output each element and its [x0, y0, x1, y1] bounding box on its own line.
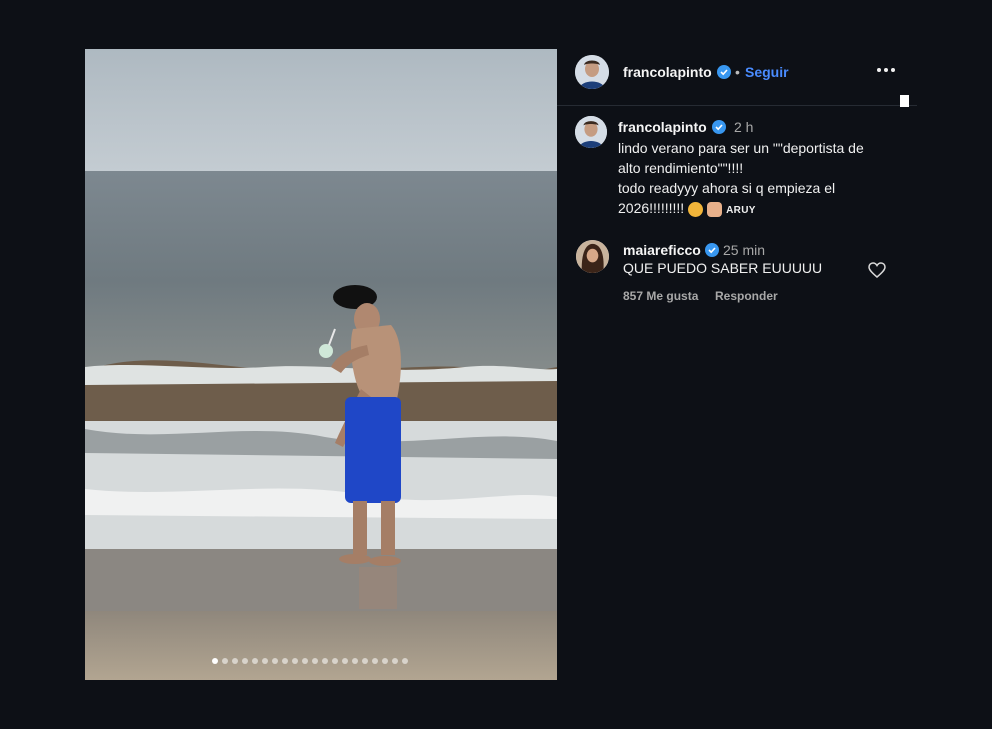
thumbs-up-icon: [707, 201, 723, 217]
comment-likes[interactable]: 857 Me gusta: [623, 289, 698, 303]
caption-line: lindo verano para ser un ""deportista de: [618, 140, 864, 156]
carousel-dot: [312, 658, 318, 664]
smiling-face-icon: [688, 201, 704, 217]
post-header: francolapinto • Seguir: [557, 49, 917, 106]
carousel-dot: [382, 658, 388, 664]
header-separator: •: [735, 64, 740, 80]
carousel-dot: [282, 658, 288, 664]
carousel-dot: [342, 658, 348, 664]
reply-button[interactable]: Responder: [715, 289, 778, 303]
carousel-dot: [372, 658, 378, 664]
scrollbar-thumb[interactable]: [900, 95, 909, 107]
caption-time[interactable]: 2 h: [734, 119, 753, 135]
caption-text: lindo verano para ser un ""deportista de…: [618, 138, 898, 221]
commenter-avatar[interactable]: [576, 240, 609, 273]
carousel-dot: [272, 658, 278, 664]
carousel-dot: [362, 658, 368, 664]
carousel-dot: [332, 658, 338, 664]
author-username[interactable]: francolapinto: [623, 64, 712, 80]
carousel-indicator: [212, 658, 408, 664]
caption-last-line: 2026!!!!!!!!! ARUY: [618, 198, 898, 221]
commenter-username[interactable]: maiareficco: [623, 242, 701, 258]
caption-line: todo readyyy ahora si q empieza el: [618, 180, 836, 196]
caption-tag[interactable]: ARUY: [726, 205, 756, 216]
caption-username[interactable]: francolapinto: [618, 119, 707, 135]
heart-outline-icon[interactable]: [868, 262, 886, 278]
comment-time[interactable]: 25 min: [723, 242, 765, 258]
post-media[interactable]: [85, 49, 557, 680]
follow-button[interactable]: Seguir: [745, 64, 789, 80]
author-avatar[interactable]: [575, 55, 609, 89]
more-options-icon[interactable]: [877, 63, 899, 77]
avatar-image: [576, 240, 609, 273]
carousel-dot: [252, 658, 258, 664]
beach-photo: [85, 49, 557, 680]
carousel-dot: [212, 658, 218, 664]
caption-avatar[interactable]: [575, 116, 607, 148]
carousel-dot: [242, 658, 248, 664]
carousel-dot: [352, 658, 358, 664]
carousel-dot: [402, 658, 408, 664]
comment-text: QUE PUEDO SABER EUUUUU: [623, 260, 823, 276]
carousel-dot: [262, 658, 268, 664]
post-modal: francolapinto • Seguir francolapinto 2 h: [0, 0, 992, 729]
verified-badge-icon: [712, 120, 726, 134]
carousel-dot: [222, 658, 228, 664]
carousel-dot: [392, 658, 398, 664]
carousel-dot: [302, 658, 308, 664]
verified-badge-icon: [717, 65, 731, 79]
avatar-image: [575, 55, 609, 89]
carousel-dot: [292, 658, 298, 664]
caption-line: 2026!!!!!!!!!: [618, 200, 685, 216]
post-side-panel: francolapinto • Seguir francolapinto 2 h: [557, 49, 917, 680]
carousel-dot: [322, 658, 328, 664]
carousel-dot: [232, 658, 238, 664]
verified-badge-icon: [705, 243, 719, 257]
caption-line: alto rendimiento""!!!!: [618, 160, 744, 176]
avatar-image: [575, 116, 607, 148]
